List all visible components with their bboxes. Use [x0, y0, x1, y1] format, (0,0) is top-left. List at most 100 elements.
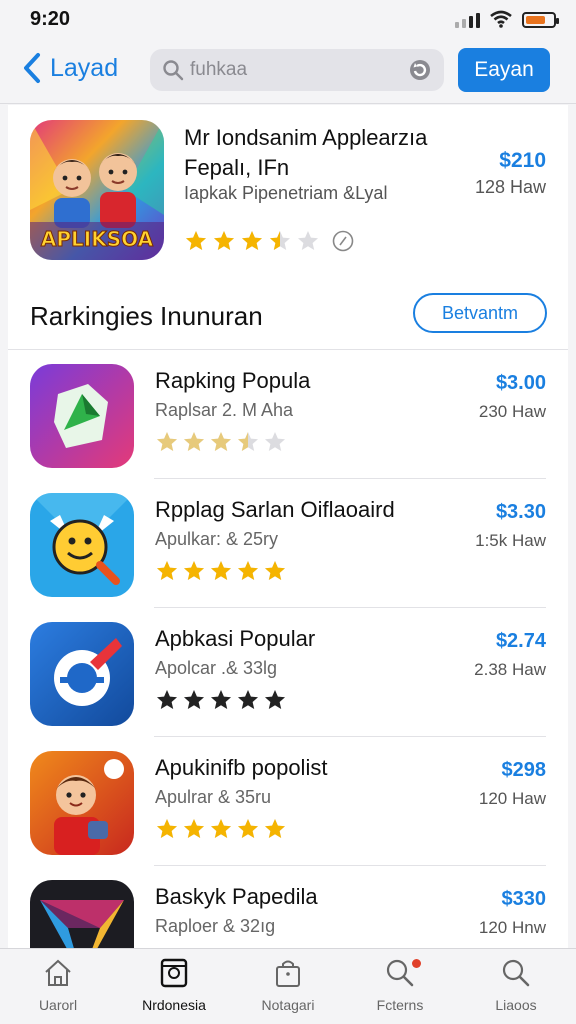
wifi-icon	[490, 10, 512, 28]
star-icon	[298, 231, 318, 250]
app-count: 120 Haw	[478, 789, 546, 808]
home-icon	[45, 959, 71, 986]
star-icon	[242, 231, 262, 250]
star-icon	[184, 819, 204, 838]
featured-stars	[184, 229, 320, 253]
star-icon	[211, 690, 231, 709]
star-icon	[157, 690, 177, 709]
status-time: 9:20	[30, 8, 71, 30]
star-icon	[186, 231, 206, 250]
back-label: Layad	[50, 53, 119, 82]
star-icon	[214, 231, 234, 250]
star-icon	[265, 561, 285, 580]
featured-app-card[interactable]: APLIKSOA Mr Iondsanim Applearzıa Fepalı,…	[8, 105, 568, 275]
info-icon[interactable]	[332, 230, 354, 252]
search-input[interactable]: fuhkaa	[190, 59, 408, 81]
app-price[interactable]: $3.30	[496, 501, 546, 524]
app-price[interactable]: $330	[502, 888, 547, 911]
status-bar: 9:20	[0, 0, 576, 40]
app-price[interactable]: $2.74	[496, 630, 546, 653]
signal-icon	[455, 13, 480, 28]
tab-featured[interactable]: Fcterns	[350, 957, 450, 1013]
tab-label: Fcterns	[376, 997, 424, 1013]
search-icon	[163, 60, 184, 81]
app-rating	[155, 817, 287, 841]
app-name: Rpplag Sarlan Oiflaoaird	[155, 497, 395, 522]
app-price[interactable]: $298	[502, 759, 547, 782]
tab-search[interactable]: Liaoos	[466, 957, 566, 1013]
tab-label: Notagari	[261, 997, 315, 1013]
featured-app-title: Mr Iondsanim Applearzıa Fepalı, IFn	[184, 125, 428, 180]
notification-badge	[412, 959, 421, 968]
refresh-icon[interactable]	[408, 58, 432, 82]
app-rating	[155, 559, 287, 583]
app-count: 1:5k Haw	[475, 531, 546, 550]
apps-icon	[160, 958, 188, 988]
star-icon	[211, 561, 231, 580]
star-icon	[265, 432, 285, 451]
list-item[interactable]: Apbkasi Popular Apolcar .& 33lg $2.74 2.…	[8, 608, 568, 737]
list-item[interactable]: Rapking Popula Raplsar 2. M Aha $3.00 23…	[8, 350, 568, 479]
star-icon	[265, 819, 285, 838]
star-icon	[157, 561, 177, 580]
app-list: Rapking Popula Raplsar 2. M Aha $3.00 23…	[8, 350, 568, 995]
featured-art-text: APLIKSOA	[41, 227, 154, 251]
featured-app-icon[interactable]: APLIKSOA	[30, 120, 164, 260]
app-subtitle: Apulrar & 35ru	[155, 787, 272, 807]
top-nav-bar: Layad fuhkaa Eayan	[0, 40, 576, 104]
list-item[interactable]: Apukinifb popolist Apulrar & 35ru $298 1…	[8, 737, 568, 866]
app-count: 230 Haw	[478, 402, 546, 421]
star-icon	[270, 231, 290, 250]
search-field[interactable]: fuhkaa	[150, 49, 444, 91]
bag-icon	[276, 960, 300, 987]
app-name: Apukinifb popolist	[155, 755, 328, 780]
star-icon	[265, 690, 285, 709]
star-icon	[157, 819, 177, 838]
featured-rating	[184, 229, 354, 253]
smiley-app-icon[interactable]	[30, 493, 134, 597]
map-app-icon[interactable]	[30, 364, 134, 468]
app-name: Apbkasi Popular	[155, 626, 316, 651]
list-item[interactable]: Rpplag Sarlan Oiflaoaird Apulkar: & 25ry…	[8, 479, 568, 608]
section-button[interactable]: Betvantm	[413, 293, 547, 333]
featured-price[interactable]: $210	[499, 149, 546, 173]
star-icon	[184, 690, 204, 709]
star-icon	[157, 432, 177, 451]
swirl-app-icon[interactable]	[30, 622, 134, 726]
store-content: APLIKSOA Mr Iondsanim Applearzıa Fepalı,…	[8, 105, 568, 984]
star-icon	[238, 690, 258, 709]
app-price[interactable]: $3.00	[496, 372, 546, 395]
star-icon	[211, 819, 231, 838]
tab-bar: Uarorl Nrdonesia Notagari Fcterns Liaoos	[0, 948, 576, 1024]
tab-home[interactable]: Uarorl	[8, 957, 108, 1013]
header-action-button[interactable]: Eayan	[458, 48, 550, 92]
app-name: Baskyk Papedila	[155, 884, 318, 909]
tab-label: Liaoos	[495, 997, 537, 1013]
app-subtitle: Apolcar .& 33lg	[155, 658, 278, 678]
app-subtitle: Apulkar: & 25ry	[155, 529, 279, 549]
featured-app-developer: Iapkak Pipenetriam &Lyal	[184, 183, 388, 203]
tab-bag[interactable]: Notagari	[238, 957, 338, 1013]
app-name: Rapking Popula	[155, 368, 311, 393]
star-icon	[238, 819, 258, 838]
search-icon	[502, 959, 530, 987]
tab-apps[interactable]: Nrdonesia	[124, 957, 224, 1013]
cartoon-app-icon[interactable]	[30, 751, 134, 855]
star-icon	[238, 432, 258, 451]
section-title: Rarkingies Inunuran	[30, 301, 263, 331]
app-count: 2.38 Haw	[474, 660, 546, 679]
star-icon	[184, 561, 204, 580]
app-subtitle: Raploer & 32ıg	[155, 916, 276, 936]
ranking-section-header: Rarkingies Inunuran Betvantm	[8, 275, 568, 350]
app-count: 120 Hnw	[478, 918, 546, 937]
back-button[interactable]: Layad	[22, 52, 118, 84]
tab-label: Uarorl	[38, 997, 78, 1013]
star-icon	[184, 432, 204, 451]
app-subtitle: Raplsar 2. M Aha	[155, 400, 294, 420]
battery-icon	[522, 12, 559, 28]
status-icons	[455, 10, 559, 28]
app-rating	[155, 430, 287, 454]
star-icon	[238, 561, 258, 580]
star-icon	[211, 432, 231, 451]
featured-count: 128 Haw	[474, 177, 546, 197]
